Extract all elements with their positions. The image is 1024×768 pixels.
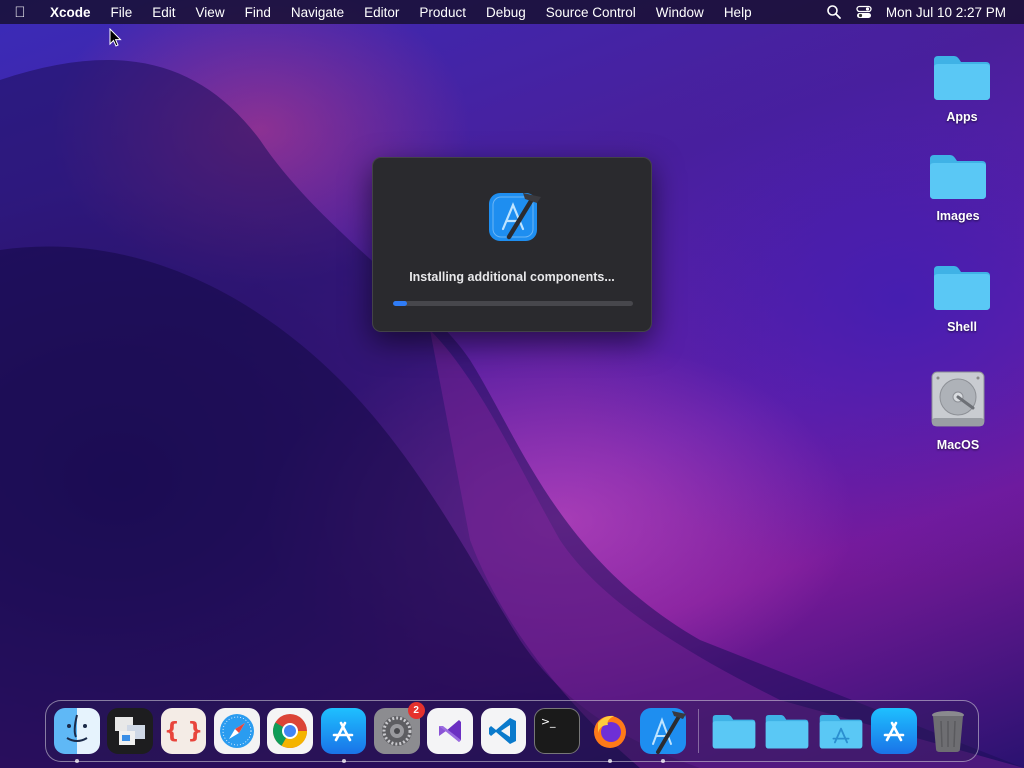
folder-icon (934, 56, 990, 100)
control-center-icon[interactable] (856, 4, 872, 20)
dock-separator (697, 709, 699, 753)
desktop-folder-shell[interactable]: Shell (922, 262, 1002, 334)
xcode-app-icon (489, 193, 541, 241)
safari-compass-icon (219, 714, 254, 748)
desktop-icon-label: MacOS (936, 438, 980, 452)
menu-app-name[interactable]: Xcode (40, 5, 101, 20)
desktop-folder-images[interactable]: Images (918, 151, 998, 223)
dock-folder-1[interactable] (711, 708, 757, 754)
folder-icon (930, 155, 986, 199)
dock-trash[interactable] (925, 708, 971, 754)
dock-xcode[interactable] (640, 708, 687, 763)
firefox-icon (594, 715, 627, 748)
dock-applications-folder[interactable] (818, 708, 864, 754)
chrome-icon (273, 714, 308, 748)
menu-navigate[interactable]: Navigate (281, 5, 354, 20)
hard-drive-icon (931, 371, 985, 427)
terminal-prompt-icon: >_ (540, 715, 556, 728)
dock-preview[interactable] (107, 708, 154, 754)
dock-visual-studio[interactable] (427, 708, 473, 754)
dock: { } 2 >_ (45, 700, 979, 763)
visual-studio-icon (439, 720, 462, 742)
dock-system-settings[interactable]: 2 (373, 702, 425, 754)
applications-folder-icon (819, 715, 863, 749)
menu-bar:  Xcode File Edit View Find Navigate Edi… (0, 0, 1024, 24)
dock-firefox[interactable] (587, 708, 633, 763)
spotlight-search-icon[interactable] (826, 4, 842, 20)
desktop-icon-label: Apps (946, 110, 978, 124)
curly-braces-icon: { } (164, 718, 204, 744)
xcode-icon (652, 711, 687, 754)
menu-debug[interactable]: Debug (476, 5, 536, 20)
dock-finder[interactable] (54, 708, 100, 763)
dock-script-editor[interactable]: { } (160, 708, 207, 754)
menu-view[interactable]: View (186, 5, 235, 20)
menu-extras: Mon Jul 10 2:27 PM (812, 4, 1024, 20)
desktop-icon-label: Images (936, 209, 980, 223)
menu-source-control[interactable]: Source Control (536, 5, 646, 20)
app-store-icon (884, 721, 905, 742)
dock-chrome[interactable] (267, 708, 314, 754)
install-progress-bar (393, 301, 633, 306)
menu-editor[interactable]: Editor (354, 5, 409, 20)
mouse-cursor-icon (109, 28, 122, 47)
dock-app-store[interactable] (320, 708, 367, 763)
folder-icon (934, 266, 990, 310)
folder-icon (766, 715, 809, 749)
vscode-icon (489, 718, 517, 744)
app-store-icon (333, 721, 354, 742)
dock-vscode[interactable] (480, 708, 527, 754)
menu-clock[interactable]: Mon Jul 10 2:27 PM (886, 5, 1006, 20)
wallpaper (0, 60, 1024, 768)
menu-product[interactable]: Product (409, 5, 476, 20)
installing-components-dialog: Installing additional components... (372, 157, 652, 332)
dock-app-store-2[interactable] (871, 708, 918, 754)
finder-icon (66, 714, 88, 742)
desktop-icon-label: Shell (947, 320, 977, 334)
dock-terminal[interactable]: >_ (533, 708, 580, 754)
menu-help[interactable]: Help (714, 5, 762, 20)
desktop-folder-apps[interactable]: Apps (922, 52, 1002, 124)
menu-find[interactable]: Find (235, 5, 281, 20)
notification-badge: 2 (407, 702, 425, 719)
running-indicator (75, 759, 79, 763)
installing-status-text: Installing additional components... (409, 270, 615, 284)
preview-icon (115, 717, 146, 745)
menu-window[interactable]: Window (646, 5, 714, 20)
desktop-drive-macos[interactable]: MacOS (918, 370, 998, 452)
apple-menu-icon[interactable]:  (0, 4, 40, 21)
menu-file[interactable]: File (101, 5, 143, 20)
dock-folder-2[interactable] (764, 708, 810, 754)
install-progress-fill (393, 301, 408, 306)
gear-icon (381, 716, 412, 746)
folder-icon (712, 715, 756, 749)
menu-edit[interactable]: Edit (142, 5, 185, 20)
trash-icon (931, 711, 964, 752)
dock-safari[interactable] (213, 708, 260, 754)
running-indicator (341, 759, 346, 763)
